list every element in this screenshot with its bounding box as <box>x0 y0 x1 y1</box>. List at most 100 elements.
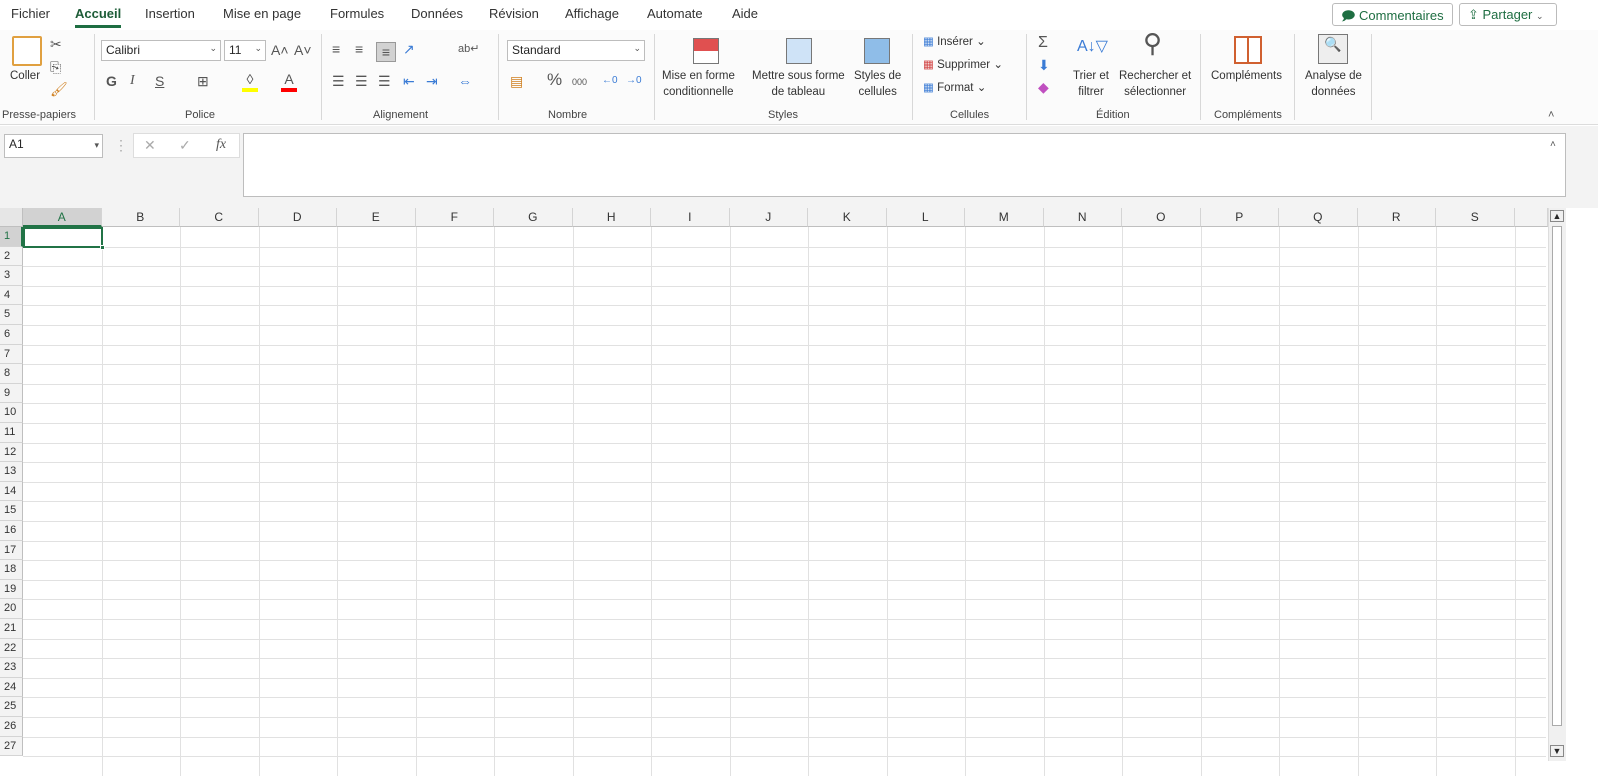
row-header-21[interactable]: 21 <box>0 619 23 639</box>
column-header-N[interactable]: N <box>1043 208 1122 227</box>
tab-insertion[interactable]: Insertion <box>145 6 195 21</box>
copy-icon[interactable]: ⎘ <box>50 58 61 76</box>
addins-button[interactable]: Compléments <box>1211 68 1282 84</box>
increase-indent-icon[interactable]: ⇥ <box>426 72 438 90</box>
row-header-15[interactable]: 15 <box>0 501 23 521</box>
tab-revision[interactable]: Révision <box>489 6 539 21</box>
fill-color-icon[interactable]: ◊ <box>242 70 258 92</box>
row-header-3[interactable]: 3 <box>0 266 23 286</box>
increase-decimal-icon[interactable]: ←0 <box>602 72 618 90</box>
scroll-down-icon[interactable]: ▼ <box>1550 745 1564 757</box>
number-format-select[interactable]: Standard ⌄ <box>507 40 645 61</box>
row-header-14[interactable]: 14 <box>0 481 23 502</box>
align-bottom-icon[interactable]: ≡ <box>376 42 396 62</box>
accounting-format-icon[interactable]: ▤ <box>510 72 523 90</box>
column-header-H[interactable]: H <box>572 208 651 227</box>
paste-icon[interactable] <box>12 36 42 66</box>
row-header-4[interactable]: 4 <box>0 285 23 306</box>
font-color-icon[interactable]: A <box>281 70 297 92</box>
cell-styles-icon[interactable] <box>864 38 890 64</box>
row-header-2[interactable]: 2 <box>0 246 23 267</box>
data-analysis-button[interactable]: Analyse de données <box>1305 68 1362 100</box>
column-header-O[interactable]: O <box>1122 208 1201 227</box>
vertical-scrollbar[interactable]: ▲ ▼ <box>1548 208 1566 761</box>
increase-font-icon[interactable]: A˄ <box>271 41 289 59</box>
format-as-table-button[interactable]: Mettre sous forme de tableau <box>752 68 845 100</box>
font-name-select[interactable]: Calibri ⌄ <box>101 40 221 61</box>
column-header-S[interactable]: S <box>1436 208 1515 227</box>
expand-formula-bar-icon[interactable]: ˄ <box>1550 136 1556 154</box>
sort-filter-button[interactable]: Trier et filtrer <box>1073 68 1109 100</box>
column-header-partial[interactable] <box>1514 208 1548 227</box>
column-header-E[interactable]: E <box>337 208 416 227</box>
row-header-7[interactable]: 7 <box>0 344 23 365</box>
format-painter-icon[interactable]: 🖌 <box>50 80 68 98</box>
tab-aide[interactable]: Aide <box>732 6 758 21</box>
row-header-18[interactable]: 18 <box>0 560 23 580</box>
cut-icon[interactable]: ✂ <box>50 35 62 53</box>
find-icon[interactable]: ⚲ <box>1143 30 1162 56</box>
percent-button[interactable]: % <box>547 71 562 89</box>
column-header-A[interactable]: A <box>23 208 102 227</box>
conditional-formatting-icon[interactable] <box>693 38 719 64</box>
row-header-13[interactable]: 13 <box>0 462 23 482</box>
row-header-20[interactable]: 20 <box>0 599 23 619</box>
collapse-ribbon-icon[interactable]: ˄ <box>1548 106 1554 124</box>
share-button[interactable]: ⇪ Partager ⌄ <box>1459 3 1557 26</box>
decrease-decimal-icon[interactable]: →0 <box>626 72 642 90</box>
row-header-12[interactable]: 12 <box>0 442 23 463</box>
row-header-27[interactable]: 27 <box>0 736 23 757</box>
decrease-font-icon[interactable]: A˅ <box>294 41 312 59</box>
scroll-up-icon[interactable]: ▲ <box>1550 210 1564 222</box>
row-header-17[interactable]: 17 <box>0 540 23 561</box>
column-header-D[interactable]: D <box>258 208 337 227</box>
thousands-separator-button[interactable]: 000 <box>572 73 587 91</box>
row-header-11[interactable]: 11 <box>0 423 23 443</box>
column-header-K[interactable]: K <box>808 208 887 227</box>
tab-affichage[interactable]: Affichage <box>565 6 619 21</box>
fill-icon[interactable]: ⬇ <box>1038 56 1050 74</box>
comments-button[interactable]: 🗩 Commentaires <box>1332 3 1453 26</box>
row-header-24[interactable]: 24 <box>0 677 23 698</box>
row-header-26[interactable]: 26 <box>0 717 23 737</box>
row-header-9[interactable]: 9 <box>0 383 23 404</box>
align-right-icon[interactable]: ☰ <box>378 72 391 90</box>
tab-formules[interactable]: Formules <box>330 6 384 21</box>
cell-styles-button[interactable]: Styles de cellules <box>854 68 901 100</box>
tab-accueil[interactable]: Accueil <box>75 6 122 28</box>
data-analysis-icon[interactable]: 🔍 <box>1318 34 1348 64</box>
column-header-I[interactable]: I <box>651 208 730 227</box>
merge-center-icon[interactable]: ⇔ <box>458 72 472 90</box>
autosum-icon[interactable]: Σ <box>1038 34 1048 52</box>
scrollbar-thumb[interactable] <box>1552 226 1562 726</box>
orientation-icon[interactable]: ↗ <box>403 40 415 58</box>
formula-input[interactable] <box>243 133 1566 197</box>
column-header-R[interactable]: R <box>1357 208 1436 227</box>
italic-button[interactable]: I <box>130 72 135 90</box>
column-header-F[interactable]: F <box>415 208 494 227</box>
tab-donnees[interactable]: Données <box>411 6 463 21</box>
column-header-J[interactable]: J <box>729 208 808 227</box>
align-top-icon[interactable]: ≡ <box>332 40 340 58</box>
row-header-19[interactable]: 19 <box>0 579 23 600</box>
cancel-icon[interactable]: ✕ <box>144 136 156 154</box>
decrease-indent-icon[interactable]: ⇤ <box>403 72 415 90</box>
row-header-6[interactable]: 6 <box>0 325 23 345</box>
paste-button[interactable]: Coller <box>10 68 40 84</box>
row-header-16[interactable]: 16 <box>0 521 23 541</box>
conditional-formatting-button[interactable]: Mise en forme conditionnelle <box>662 68 735 100</box>
column-header-P[interactable]: P <box>1200 208 1279 227</box>
format-button[interactable]: ▦ Format ⌄ <box>923 80 986 96</box>
row-header-25[interactable]: 25 <box>0 697 23 717</box>
row-header-22[interactable]: 22 <box>0 638 23 659</box>
wrap-text-icon[interactable]: ab↵ <box>458 40 479 58</box>
insert-button[interactable]: ▦ Insérer ⌄ <box>923 34 986 50</box>
bold-button[interactable]: G <box>106 72 117 90</box>
column-header-G[interactable]: G <box>494 208 573 227</box>
tab-automate[interactable]: Automate <box>647 6 703 21</box>
insert-function-button[interactable]: fx <box>216 136 226 154</box>
row-header-8[interactable]: 8 <box>0 364 23 384</box>
column-header-M[interactable]: M <box>965 208 1044 227</box>
name-box[interactable]: A1 ▾ <box>4 134 103 158</box>
find-select-button[interactable]: Rechercher et sélectionner <box>1119 68 1191 100</box>
